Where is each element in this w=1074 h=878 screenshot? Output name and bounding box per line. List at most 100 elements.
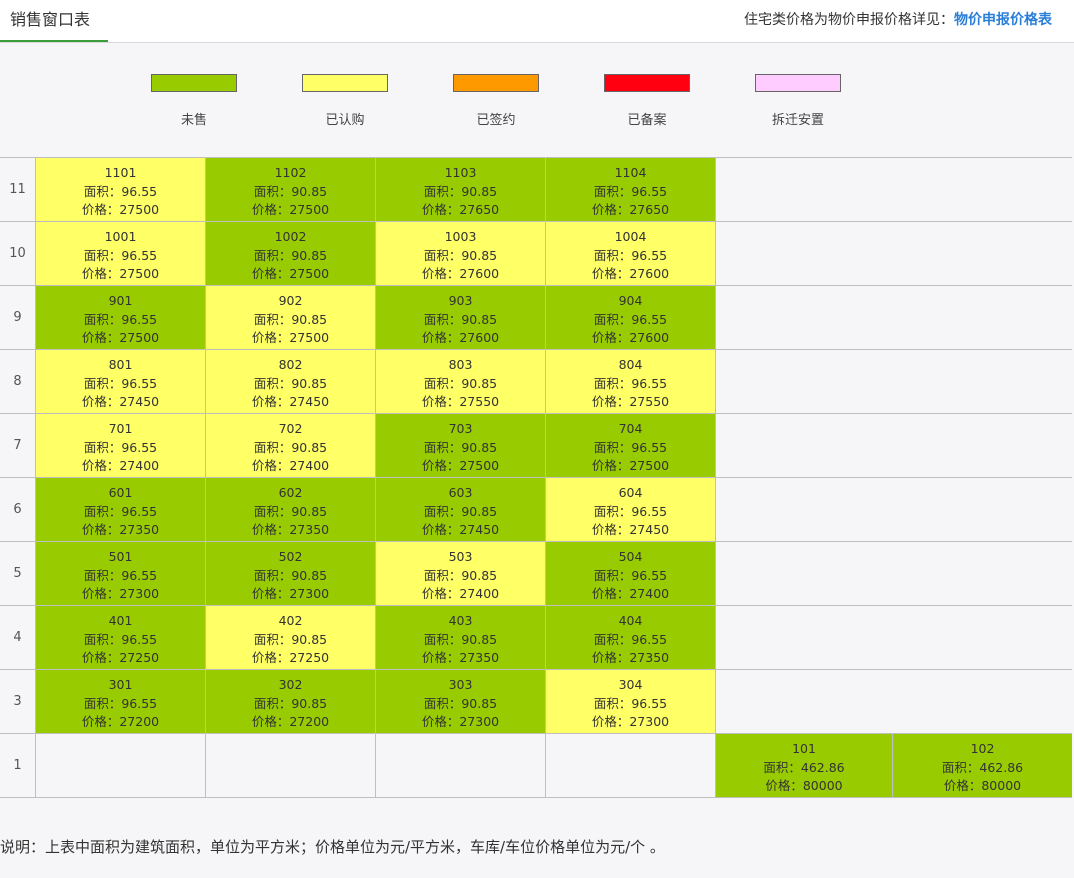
- unit-price: 价格：27500: [421, 458, 500, 473]
- unit-cell-1001[interactable]: 1001 面积：96.55 价格：27500: [36, 222, 206, 285]
- unit-area: 面积：96.55: [83, 183, 158, 199]
- unit-area: 面积：96.55: [593, 439, 668, 455]
- unit-price: 价格：80000: [943, 778, 1022, 793]
- unit-cell-904[interactable]: 904 面积：96.55 价格：27600: [546, 286, 716, 349]
- unit-cell-302[interactable]: 302 面积：90.85 价格：27200: [206, 670, 376, 733]
- unit-area: 面积：96.55: [83, 247, 158, 263]
- unit-room: 403: [448, 613, 473, 628]
- legend-swatch-relocation: [755, 74, 841, 92]
- unit-cell-801[interactable]: 801 面积：96.55 价格：27450: [36, 350, 206, 413]
- unit-cell-304[interactable]: 304 面积：96.55 价格：27300: [546, 670, 716, 733]
- legend-swatch-subscribed: [302, 74, 388, 92]
- unit-cell-602[interactable]: 602 面积：90.85 价格：27350: [206, 478, 376, 541]
- unit-cell-1002[interactable]: 1002 面积：90.85 价格：27500: [206, 222, 376, 285]
- unit-cell-502[interactable]: 502 面积：90.85 价格：27300: [206, 542, 376, 605]
- unit-room: 302: [278, 677, 303, 692]
- floor-number: 7: [0, 414, 36, 477]
- price-declaration-link[interactable]: 物价申报价格表: [954, 12, 1052, 28]
- unit-area: 面积：90.85: [253, 311, 328, 327]
- unit-cell-1004[interactable]: 1004 面积：96.55 价格：27600: [546, 222, 716, 285]
- unit-cell-903[interactable]: 903 面积：90.85 价格：27600: [376, 286, 546, 349]
- unit-room: 703: [448, 421, 473, 436]
- unit-price: 价格：27500: [251, 202, 330, 217]
- unit-price: 价格：27450: [251, 394, 330, 409]
- unit-area: 面积：96.55: [83, 375, 158, 391]
- unit-cell-701[interactable]: 701 面积：96.55 价格：27400: [36, 414, 206, 477]
- unit-area: 面积：90.85: [423, 567, 498, 583]
- unit-room: 902: [278, 293, 303, 308]
- unit-cell-702[interactable]: 702 面积：90.85 价格：27400: [206, 414, 376, 477]
- unit-price: 价格：27350: [81, 522, 160, 537]
- top-bar: 销售窗口表 住宅类价格为物价申报价格详见：物价申报价格表: [0, 0, 1074, 43]
- legend-item-subscribed: 已认购: [302, 74, 388, 128]
- unit-room: 602: [278, 485, 303, 500]
- unit-price: 价格：27300: [591, 714, 670, 729]
- unit-cell-504[interactable]: 504 面积：96.55 价格：27400: [546, 542, 716, 605]
- unit-room: 603: [448, 485, 473, 500]
- unit-price: 价格：27500: [251, 330, 330, 345]
- unit-cell-1103[interactable]: 1103 面积：90.85 价格：27650: [376, 158, 546, 221]
- floor-number: 11: [0, 158, 36, 221]
- unit-cell-101[interactable]: 101 面积：462.86 价格：80000: [716, 734, 893, 797]
- unit-cell-704[interactable]: 704 面积：96.55 价格：27500: [546, 414, 716, 477]
- unit-cell-503[interactable]: 503 面积：90.85 价格：27400: [376, 542, 546, 605]
- unit-price: 价格：27450: [421, 522, 500, 537]
- unit-cell-301[interactable]: 301 面积：96.55 价格：27200: [36, 670, 206, 733]
- unit-room: 304: [618, 677, 643, 692]
- unit-room: 501: [108, 549, 133, 564]
- unit-cell-102[interactable]: 102 面积：462.86 价格：80000: [893, 734, 1072, 797]
- unit-price: 价格：27250: [81, 650, 160, 665]
- unit-cell-901[interactable]: 901 面积：96.55 价格：27500: [36, 286, 206, 349]
- unit-cell-703[interactable]: 703 面积：90.85 价格：27500: [376, 414, 546, 477]
- unit-area: 面积：462.86: [941, 759, 1024, 775]
- unit-cell-404[interactable]: 404 面积：96.55 价格：27350: [546, 606, 716, 669]
- floor-number: 1: [0, 734, 36, 797]
- unit-price: 价格：27500: [591, 458, 670, 473]
- unit-room: 404: [618, 613, 643, 628]
- empty-unit-cell: [546, 734, 716, 797]
- unit-room: 301: [108, 677, 133, 692]
- price-note-text: 住宅类价格为物价申报价格详见：: [744, 12, 954, 28]
- unit-cell-1102[interactable]: 1102 面积：90.85 价格：27500: [206, 158, 376, 221]
- floor-row: 11 1101 面积：96.55 价格：27500 1102 面积：90.85 价格：275…: [0, 158, 1072, 222]
- legend-swatch-unsold: [151, 74, 237, 92]
- unit-room: 702: [278, 421, 303, 436]
- unit-area: 面积：96.55: [83, 631, 158, 647]
- unit-cell-603[interactable]: 603 面积：90.85 价格：27450: [376, 478, 546, 541]
- unit-cell-1104[interactable]: 1104 面积：96.55 价格：27650: [546, 158, 716, 221]
- unit-room: 1001: [104, 229, 137, 244]
- floor-number: 5: [0, 542, 36, 605]
- legend-item-filed: 已备案: [604, 74, 690, 128]
- unit-area: 面积：90.85: [253, 183, 328, 199]
- floor-number: 10: [0, 222, 36, 285]
- unit-cell-804[interactable]: 804 面积：96.55 价格：27550: [546, 350, 716, 413]
- unit-cell-1003[interactable]: 1003 面积：90.85 价格：27600: [376, 222, 546, 285]
- unit-cell-501[interactable]: 501 面积：96.55 价格：27300: [36, 542, 206, 605]
- unit-area: 面积：90.85: [253, 375, 328, 391]
- unit-cell-803[interactable]: 803 面积：90.85 价格：27550: [376, 350, 546, 413]
- unit-area: 面积：90.85: [423, 439, 498, 455]
- unit-price: 价格：27300: [81, 586, 160, 601]
- unit-cell-403[interactable]: 403 面积：90.85 价格：27350: [376, 606, 546, 669]
- unit-cell-802[interactable]: 802 面积：90.85 价格：27450: [206, 350, 376, 413]
- footer-explanation: 说明：上表中面积为建筑面积，单位为平方米；价格单位为元/平方米，车库/车位价格单…: [0, 838, 665, 856]
- unit-room: 601: [108, 485, 133, 500]
- unit-cell-401[interactable]: 401 面积：96.55 价格：27250: [36, 606, 206, 669]
- tab-sales-window-table[interactable]: 销售窗口表: [0, 0, 108, 42]
- unit-cell-402[interactable]: 402 面积：90.85 价格：27250: [206, 606, 376, 669]
- unit-area: 面积：96.55: [83, 503, 158, 519]
- unit-room: 803: [448, 357, 473, 372]
- unit-area: 面积：90.85: [423, 695, 498, 711]
- unit-price: 价格：27650: [421, 202, 500, 217]
- unit-cell-902[interactable]: 902 面积：90.85 价格：27500: [206, 286, 376, 349]
- legend-label-subscribed: 已认购: [325, 113, 365, 128]
- unit-cell-604[interactable]: 604 面积：96.55 价格：27450: [546, 478, 716, 541]
- unit-area: 面积：96.55: [593, 183, 668, 199]
- unit-room: 804: [618, 357, 643, 372]
- unit-cell-303[interactable]: 303 面积：90.85 价格：27300: [376, 670, 546, 733]
- unit-area: 面积：96.55: [593, 247, 668, 263]
- unit-area: 面积：90.85: [253, 631, 328, 647]
- unit-cell-601[interactable]: 601 面积：96.55 价格：27350: [36, 478, 206, 541]
- unit-cell-1101[interactable]: 1101 面积：96.55 价格：27500: [36, 158, 206, 221]
- unit-price: 价格：27400: [421, 586, 500, 601]
